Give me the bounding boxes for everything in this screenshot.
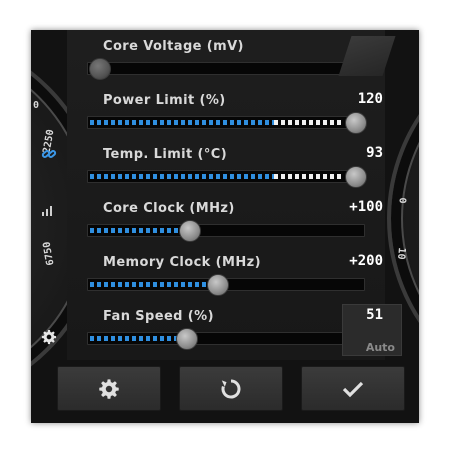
afterburner-window: 0 2250 6750 0 10 Core Voltage (mV) Power … [31, 30, 419, 423]
gauge-tick: 0 [33, 100, 40, 111]
power-limit-fill [90, 120, 274, 125]
core-voltage-label: Core Voltage (mV) [103, 39, 244, 54]
gear-icon[interactable] [41, 329, 57, 349]
apply-button[interactable] [301, 366, 405, 411]
core-clock-slider-handle[interactable] [179, 220, 201, 242]
power-limit-value: 120 [357, 91, 383, 107]
auto-label: Auto [365, 341, 395, 354]
temp-limit-value: 93 [366, 145, 383, 161]
fan-speed-slider[interactable] [87, 328, 365, 350]
memory-clock-value: +200 [349, 253, 383, 269]
temp-limit-label: Temp. Limit (°C) [103, 147, 228, 162]
core-clock-label: Core Clock (MHz) [103, 201, 235, 216]
slider-row-temp-limit: Temp. Limit (°C) 93 [41, 138, 385, 192]
slider-row-fan-speed: Fan Speed (%) 51 [41, 300, 385, 354]
core-voltage-slider-handle[interactable] [89, 58, 111, 80]
temp-limit-fill-max [274, 174, 343, 179]
power-limit-label: Power Limit (%) [103, 93, 226, 108]
core-clock-slider[interactable] [87, 220, 365, 242]
temp-limit-fill [90, 174, 274, 179]
settings-button[interactable] [57, 366, 161, 411]
slider-row-memory-clock: Memory Clock (MHz) +200 [67, 246, 385, 300]
fan-speed-fill [90, 336, 184, 341]
gear-icon [98, 378, 120, 400]
bottom-toolbar [57, 366, 405, 412]
memory-clock-label: Memory Clock (MHz) [103, 255, 261, 270]
fan-speed-slider-handle[interactable] [176, 328, 198, 350]
fan-speed-value: 51 [366, 307, 383, 323]
fan-speed-label: Fan Speed (%) [103, 309, 214, 324]
slider-row-core-clock: Core Clock (MHz) +100 [42, 192, 385, 246]
memory-clock-slider[interactable] [87, 274, 365, 296]
core-voltage-slider[interactable] [87, 58, 365, 80]
memory-clock-fill [90, 282, 215, 287]
slider-row-power-limit: Power Limit (%) 120 [67, 84, 385, 138]
core-clock-value: +100 [349, 199, 383, 215]
power-limit-slider[interactable] [87, 112, 367, 134]
slider-row-core-voltage: Core Voltage (mV) [67, 30, 385, 84]
temp-limit-slider[interactable] [87, 166, 367, 188]
reset-button[interactable] [179, 366, 283, 411]
temp-limit-slider-handle[interactable] [345, 166, 367, 188]
link-icon[interactable] [41, 146, 57, 166]
core-clock-fill [90, 228, 187, 233]
checkmark-icon [341, 377, 365, 401]
power-limit-slider-handle[interactable] [345, 112, 367, 134]
reset-icon [219, 377, 243, 401]
power-limit-fill-max [274, 120, 343, 125]
slider-panel: Core Voltage (mV) Power Limit (%) 120 Temp.… [41, 30, 385, 360]
gauge-tick: 0 [396, 197, 408, 204]
memory-clock-slider-handle[interactable] [207, 274, 229, 296]
gauge-tick: 10 [395, 247, 408, 260]
signal-bars-icon [41, 204, 55, 220]
